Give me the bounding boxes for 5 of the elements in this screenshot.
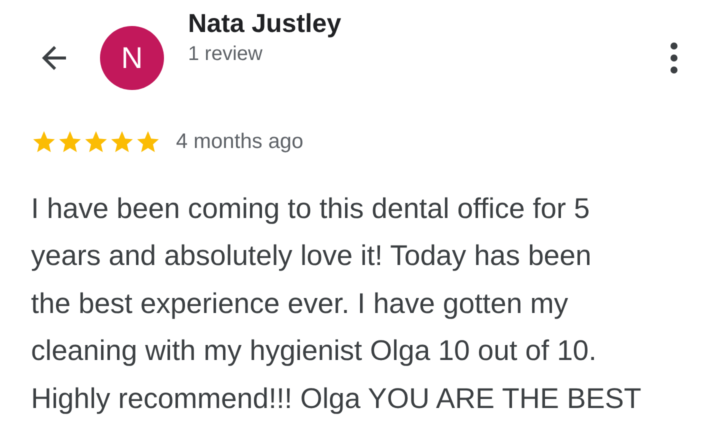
- review-text: I have been coming to this dental office for 5 years and absolutely love it! Today has been the best experience ever. I have gotten my cleaning with my hygienist Olga 10 out of 10. Highly recommend!!! Olga YOU ARE THE BEST: [30, 192, 642, 416]
- review-count: 1 review: [188, 42, 264, 68]
- review-time: 4 months ago: [176, 129, 304, 155]
- reviewer-name[interactable]: Nata Justley: [188, 8, 342, 40]
- avatar: N: [100, 26, 164, 90]
